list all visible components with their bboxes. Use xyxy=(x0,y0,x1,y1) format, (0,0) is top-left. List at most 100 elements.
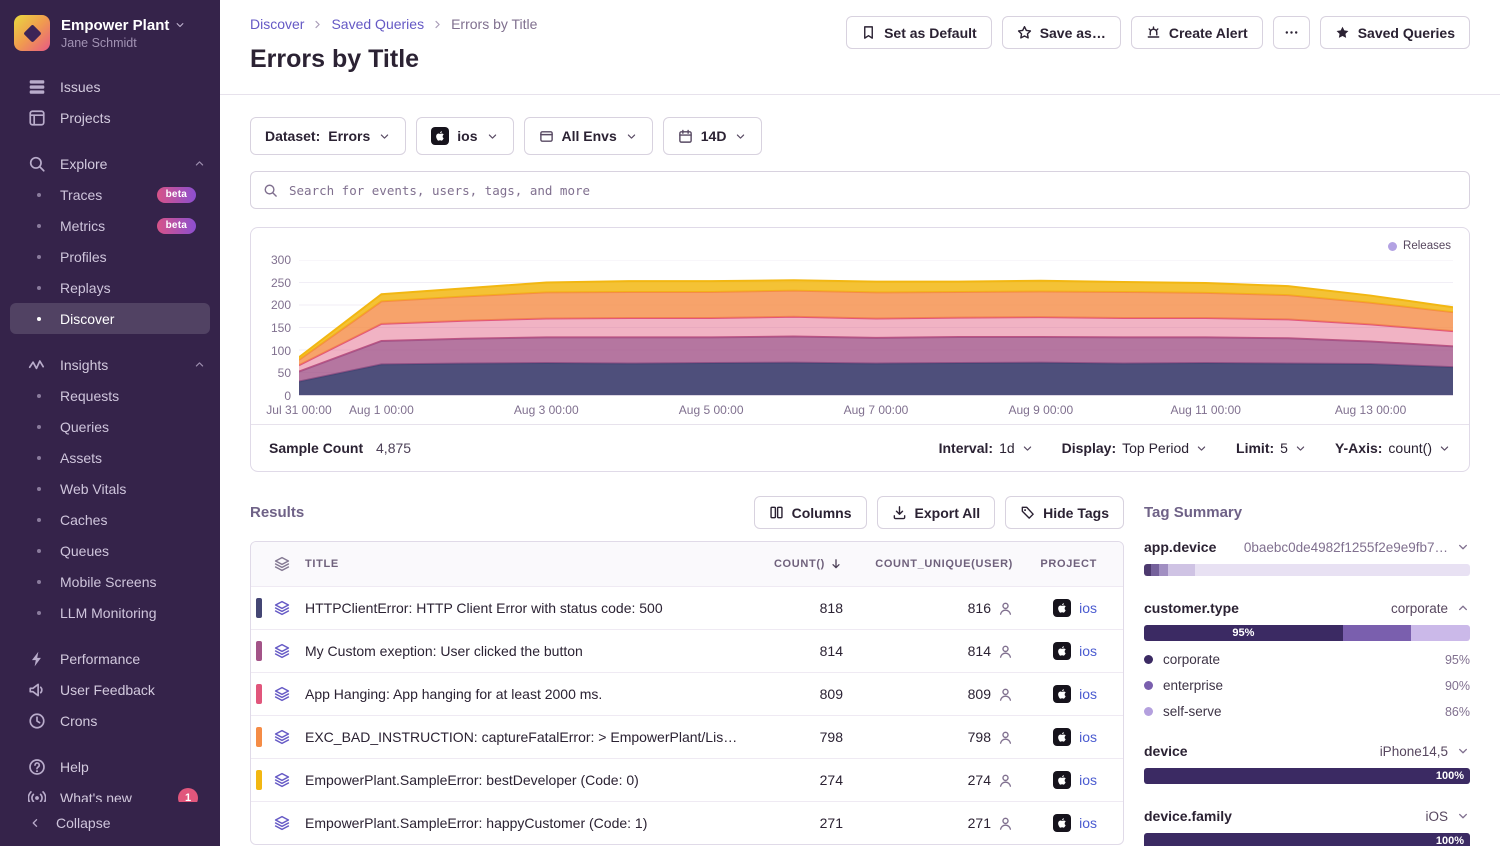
sidebar-item-replays[interactable]: Replays xyxy=(0,272,220,303)
project-link[interactable]: ios xyxy=(1079,600,1097,616)
bookmark-icon xyxy=(861,25,876,40)
column-header-project[interactable]: PROJECT xyxy=(1013,558,1123,570)
sidebar-item-help[interactable]: Help xyxy=(0,751,220,782)
tag-bar-segment: 95% xyxy=(1144,625,1343,641)
sidebar-item-traces[interactable]: Tracesbeta xyxy=(0,179,220,210)
tag-section-header[interactable]: device.family iOS xyxy=(1144,808,1470,824)
date-range-value: 14D xyxy=(701,128,727,144)
limit-control[interactable]: Limit:5 xyxy=(1236,440,1307,456)
hide-tags-button[interactable]: Hide Tags xyxy=(1005,496,1124,529)
tag-bar-segment xyxy=(1343,625,1411,641)
table-row[interactable]: App Hanging: App hanging for at least 20… xyxy=(251,672,1123,715)
sidebar-item-user-feedback[interactable]: User Feedback xyxy=(0,674,220,705)
column-header-title[interactable]: TITLE xyxy=(297,558,753,570)
date-range-selector[interactable]: 14D xyxy=(663,117,763,155)
sidebar-item-metrics[interactable]: Metricsbeta xyxy=(0,210,220,241)
set-as-default-button[interactable]: Set as Default xyxy=(846,16,992,49)
tag-value-row[interactable]: corporate 95% xyxy=(1144,652,1470,667)
sidebar-item-caches[interactable]: Caches xyxy=(0,504,220,535)
error-title[interactable]: HTTPClientError: HTTP Client Error with … xyxy=(297,600,753,616)
export-all-button[interactable]: Export All xyxy=(877,496,996,529)
tag-section-header[interactable]: customer.type corporate xyxy=(1144,600,1470,616)
apple-icon xyxy=(1056,645,1068,657)
project-link[interactable]: ios xyxy=(1079,729,1097,745)
sidebar-item-assets[interactable]: Assets xyxy=(0,442,220,473)
sidebar-item-web-vitals[interactable]: Web Vitals xyxy=(0,473,220,504)
tag-value-row[interactable]: self-serve 86% xyxy=(1144,704,1470,719)
breadcrumb-link-discover[interactable]: Discover xyxy=(250,16,304,32)
sidebar-item-queries[interactable]: Queries xyxy=(0,411,220,442)
sidebar-item-explore[interactable]: Explore xyxy=(0,148,220,179)
column-header-count[interactable]: COUNT() xyxy=(753,557,843,571)
column-header-count-unique[interactable]: COUNT_UNIQUE(USER) xyxy=(843,558,1013,570)
collapse-button[interactable]: Collapse xyxy=(0,802,220,846)
sidebar-item-insights[interactable]: Insights xyxy=(0,349,220,380)
more-options-button[interactable] xyxy=(1273,16,1310,49)
error-title[interactable]: App Hanging: App hanging for at least 20… xyxy=(297,686,753,702)
table-row[interactable]: EmpowerPlant.SampleError: bestDeveloper … xyxy=(251,758,1123,801)
project-link[interactable]: ios xyxy=(1079,772,1097,788)
tag-key: device.family xyxy=(1144,808,1232,824)
sidebar-item-label: Queries xyxy=(60,419,109,435)
search-input[interactable] xyxy=(287,182,1457,199)
display-control[interactable]: Display:Top Period xyxy=(1062,440,1208,456)
insights-icon xyxy=(28,356,46,374)
table-row[interactable]: EXC_BAD_INSTRUCTION: captureFatalError: … xyxy=(251,715,1123,758)
sidebar-item-label: Insights xyxy=(60,357,108,373)
breadcrumb-link-saved-queries[interactable]: Saved Queries xyxy=(331,16,424,32)
table-row[interactable]: My Custom exeption: User clicked the but… xyxy=(251,629,1123,672)
chevron-right-icon xyxy=(311,18,324,31)
tag-section-header[interactable]: device iPhone14,5 xyxy=(1144,743,1470,759)
chevron-down-icon xyxy=(625,130,638,143)
tag-value-row[interactable]: enterprise 90% xyxy=(1144,678,1470,693)
environment-selector[interactable]: All Envs xyxy=(524,117,653,155)
sidebar-item-queues[interactable]: Queues xyxy=(0,535,220,566)
tag-bar-segment xyxy=(1151,564,1159,576)
ios-platform-icon xyxy=(1053,685,1071,703)
error-title[interactable]: My Custom exeption: User clicked the but… xyxy=(297,643,753,659)
tag-top-value: 0baebc0de4982f1255f2e9e9fb7… xyxy=(1244,540,1448,555)
saved-queries-button[interactable]: Saved Queries xyxy=(1320,16,1470,49)
tag-section-header[interactable]: app.device 0baebc0de4982f1255f2e9e9fb7… xyxy=(1144,539,1470,555)
sidebar-item-discover[interactable]: Discover xyxy=(10,303,210,334)
project-link[interactable]: ios xyxy=(1079,686,1097,702)
table-row[interactable]: HTTPClientError: HTTP Client Error with … xyxy=(251,586,1123,629)
tag-section-customer-type: customer.type corporate 95% corporate 95… xyxy=(1144,600,1470,719)
sidebar-item-performance[interactable]: Performance xyxy=(0,643,220,674)
star-filled-icon xyxy=(1335,25,1350,40)
sidebar-item-requests[interactable]: Requests xyxy=(0,380,220,411)
sidebar-item-llm-monitoring[interactable]: LLM Monitoring xyxy=(0,597,220,628)
project-link[interactable]: ios xyxy=(1079,815,1097,831)
y-axis-control[interactable]: Y-Axis:count() xyxy=(1335,440,1451,456)
org-switcher[interactable]: Empower Plant Jane Schmidt xyxy=(0,0,220,63)
error-title[interactable]: EmpowerPlant.SampleError: bestDeveloper … xyxy=(297,772,753,788)
create-alert-button[interactable]: Create Alert xyxy=(1131,16,1263,49)
chart-x-axis: Jul 31 00:00Aug 1 00:00Aug 3 00:00Aug 5 … xyxy=(299,396,1453,422)
tag-bar-percent-label: 95% xyxy=(1232,627,1254,639)
save-as-button[interactable]: Save as… xyxy=(1002,16,1121,49)
project-link[interactable]: ios xyxy=(1079,643,1097,659)
error-title[interactable]: EmpowerPlant.SampleError: happyCustomer … xyxy=(297,815,753,831)
chevron-down-icon xyxy=(1021,442,1034,455)
dataset-selector[interactable]: Dataset: Errors xyxy=(250,117,406,155)
sidebar-item-issues[interactable]: Issues xyxy=(0,71,220,102)
stacked-area-chart[interactable] xyxy=(299,260,1453,396)
beta-badge: beta xyxy=(157,218,196,234)
chevron-up-icon xyxy=(193,157,206,170)
columns-button[interactable]: Columns xyxy=(754,496,867,529)
sidebar-item-projects[interactable]: Projects xyxy=(0,102,220,133)
sidebar-item-profiles[interactable]: Profiles xyxy=(0,241,220,272)
sidebar-item-crons[interactable]: Crons xyxy=(0,705,220,736)
apple-icon xyxy=(1056,602,1068,614)
table-row[interactable]: EmpowerPlant.SampleError: happyCustomer … xyxy=(251,801,1123,844)
sidebar-item-label: Caches xyxy=(60,512,107,528)
apple-icon xyxy=(1056,817,1068,829)
interval-control[interactable]: Interval:1d xyxy=(939,440,1034,456)
error-title[interactable]: EXC_BAD_INSTRUCTION: captureFatalError: … xyxy=(297,729,753,745)
sidebar-item-mobile-screens[interactable]: Mobile Screens xyxy=(0,566,220,597)
sidebar-item-label: Explore xyxy=(60,156,107,172)
chevron-left-icon xyxy=(28,816,42,830)
sidebar-item-what-s-new[interactable]: What's new1 xyxy=(0,782,220,802)
project-selector[interactable]: ios xyxy=(416,117,513,155)
alert-icon xyxy=(1146,25,1161,40)
